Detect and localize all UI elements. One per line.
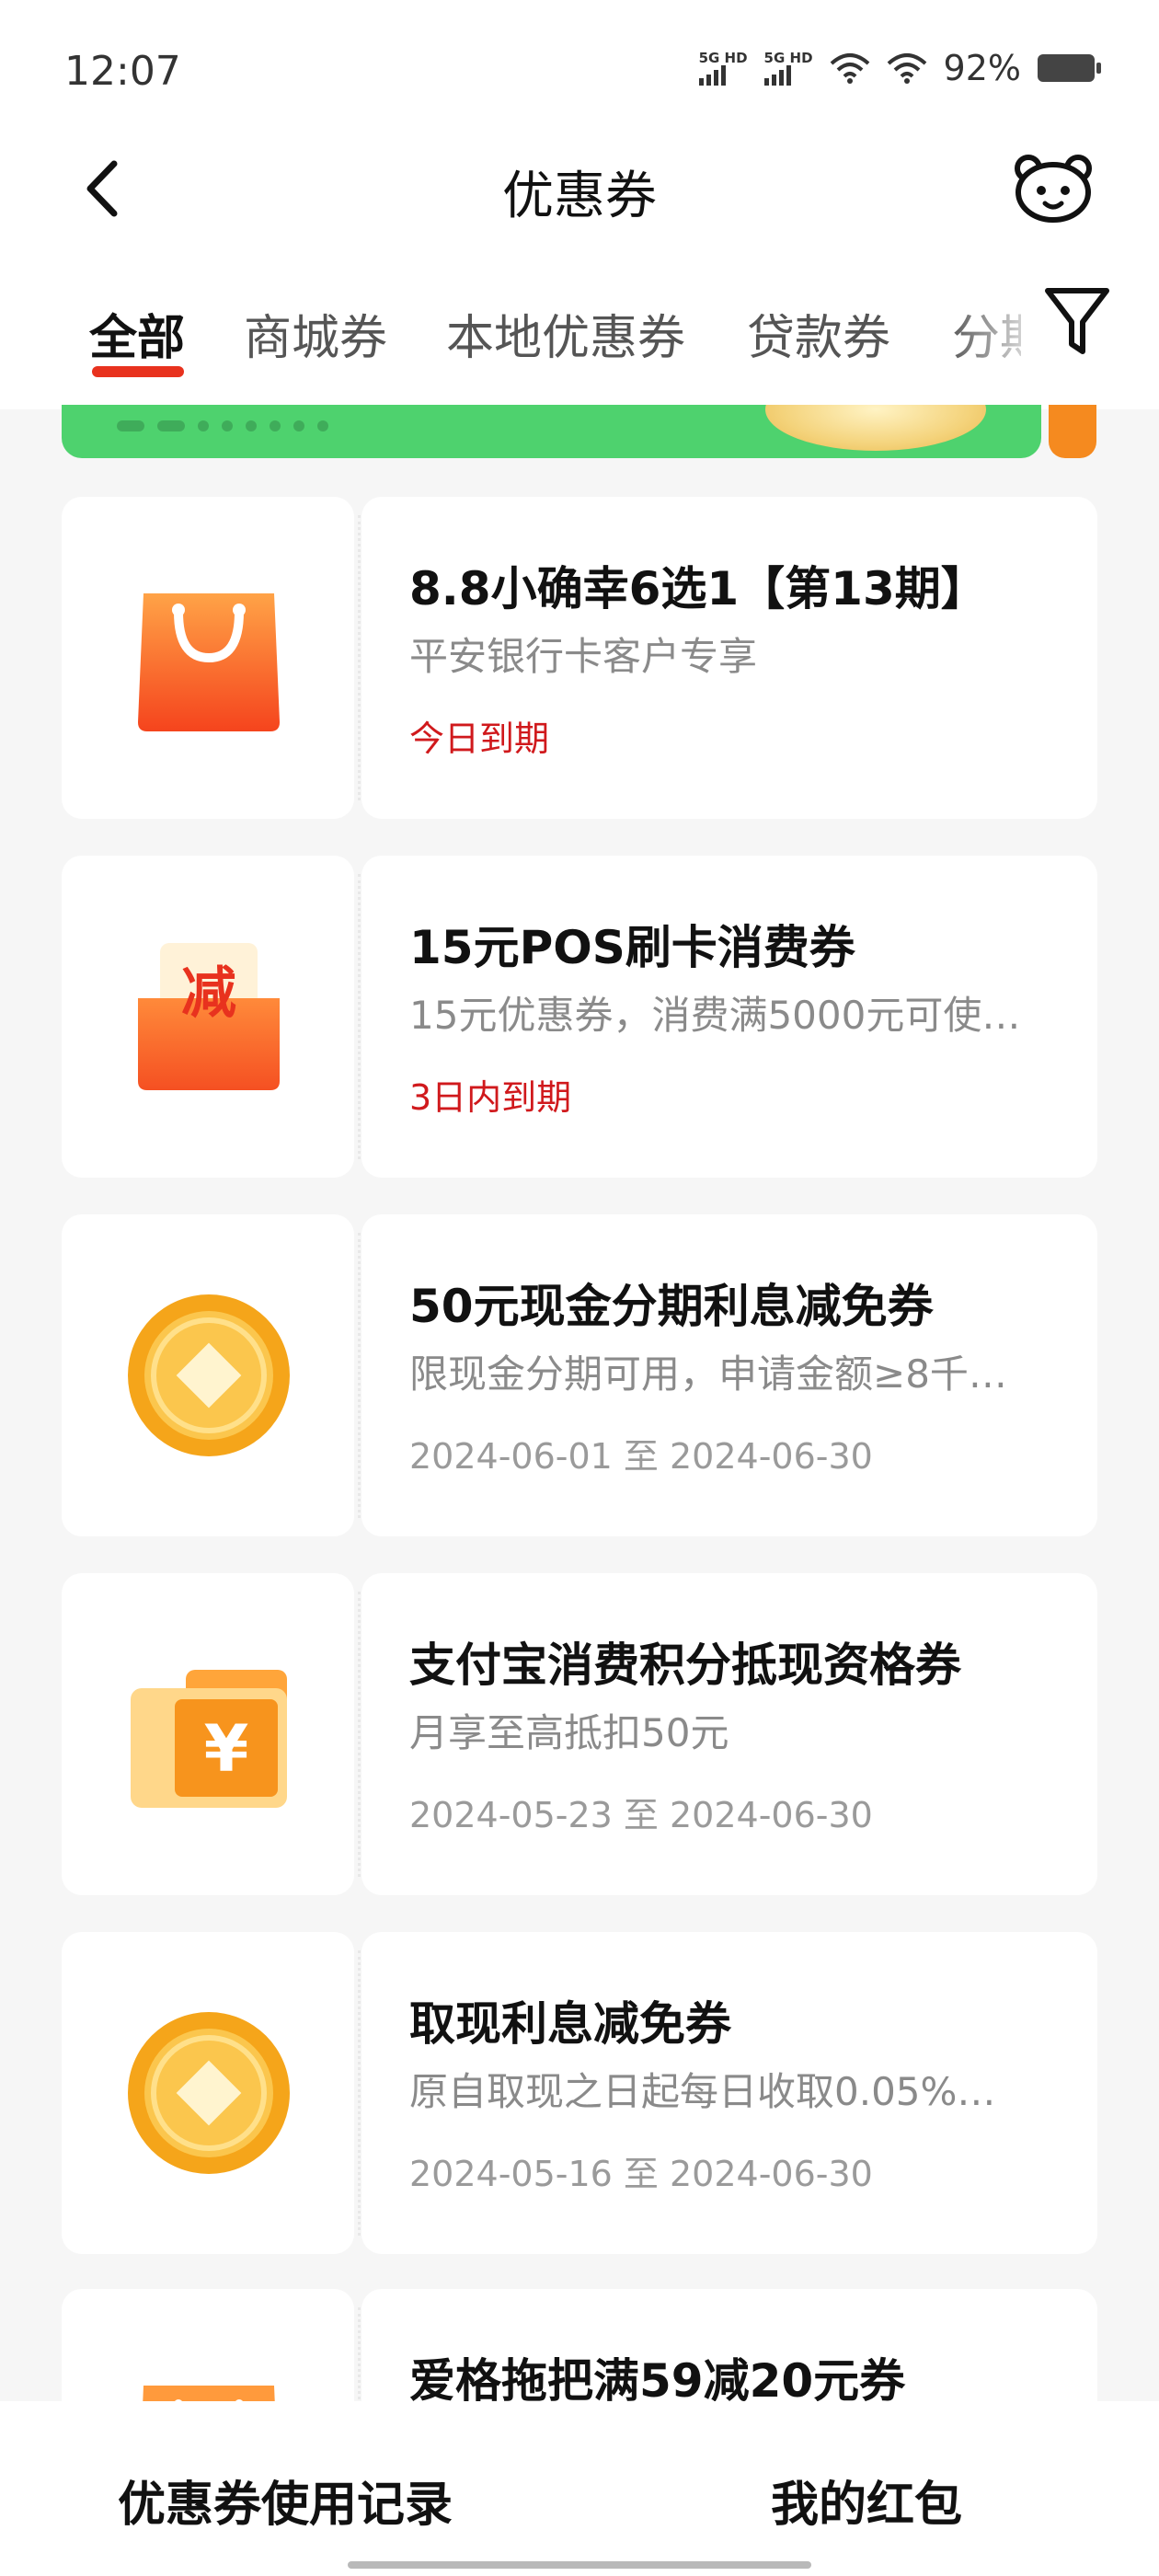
- coupon-divider: [358, 1950, 361, 2236]
- back-button[interactable]: [74, 156, 138, 221]
- banner-coin-image: [765, 405, 986, 451]
- coupon-validity-date: 2024-05-16 至 2024-06-30: [409, 2154, 873, 2194]
- tab-mall-coupons[interactable]: 商城券: [244, 299, 387, 368]
- tab-all[interactable]: 全部: [89, 299, 185, 368]
- cellular-signal-icon: 5G HD: [763, 51, 813, 86]
- gold-coin-icon: [128, 1294, 290, 1456]
- svg-text:¥: ¥: [204, 1711, 249, 1787]
- gold-coin-icon: [128, 2012, 290, 2174]
- coupon-divider: [358, 874, 361, 1159]
- coupon-title: 8.8小确幸6选1【第13期】: [409, 562, 987, 615]
- tab-local-coupons[interactable]: 本地优惠券: [446, 299, 685, 368]
- coupon-description: 月享至高抵扣50元: [409, 1710, 729, 1755]
- active-tab-indicator: [92, 366, 184, 377]
- coupon-category-tabs: 全部 商城券 本地优惠券 贷款券 分期: [0, 248, 1159, 409]
- battery-icon: [1038, 54, 1101, 82]
- page-title: 优惠券: [502, 167, 657, 226]
- coupon-description: 原自取现之日起每日收取0.05%…: [409, 2069, 996, 2114]
- coupon-title: 支付宝消费积分抵现资格券: [409, 1639, 961, 1692]
- coupon-expiry: 3日内到期: [409, 1077, 572, 1118]
- coupon-title: 取现利息减免券: [409, 1997, 731, 2051]
- coupon-divider: [358, 515, 361, 800]
- coupon-divider: [358, 1592, 361, 1877]
- next-banner-edge: [1049, 405, 1096, 458]
- home-indicator: [348, 2561, 811, 2569]
- promo-banner[interactable]: [62, 405, 1041, 458]
- filter-button[interactable]: [1021, 248, 1159, 409]
- cellular-signal-icon: 5G HD: [698, 51, 748, 86]
- customer-service-button[interactable]: [1012, 152, 1095, 225]
- wifi-icon: [887, 53, 926, 84]
- coupon-card[interactable]: 8.8小确幸6选1【第13期】 平安银行卡客户专享 今日到期: [62, 497, 1097, 819]
- coupon-card[interactable]: ¥ 支付宝消费积分抵现资格券 月享至高抵扣50元 2024-05-23 至 20…: [62, 1573, 1097, 1895]
- coupon-card[interactable]: 减 15元POS刷卡消费券 15元优惠券，消费满5000元可使… 3日内到期: [62, 856, 1097, 1178]
- coupon-card[interactable]: 50元现金分期利息减免券 限现金分期可用，申请金额≥8千… 2024-06-01…: [62, 1214, 1097, 1536]
- coupon-card[interactable]: 取现利息减免券 原自取现之日起每日收取0.05%… 2024-05-16 至 2…: [62, 1932, 1097, 2254]
- coupon-divider: [358, 1233, 361, 1518]
- shopping-bag-icon: [138, 593, 280, 731]
- status-indicators: 5G HD 5G HD 92%: [698, 48, 1101, 88]
- coupon-expiry: 今日到期: [409, 719, 550, 759]
- coupon-description: 15元优惠券，消费满5000元可使…: [409, 993, 1021, 1038]
- coupon-description: 限现金分期可用，申请金额≥8千…: [409, 1351, 1007, 1397]
- status-bar: 12:07 5G HD 5G HD 92%: [0, 0, 1159, 138]
- coupon-description: 平安银行卡客户专享: [409, 634, 758, 679]
- nav-bar: 优惠券: [0, 138, 1159, 248]
- tab-loan-coupons[interactable]: 贷款券: [747, 299, 890, 368]
- customer-service-bear-icon: [1015, 155, 1092, 223]
- coupon-title: 15元POS刷卡消费券: [409, 921, 855, 974]
- svg-text:减: 减: [181, 961, 236, 1026]
- bottom-action-bar: 优惠券使用记录 我的红包: [0, 2401, 1159, 2576]
- my-red-packets-link[interactable]: 我的红包: [771, 2466, 962, 2535]
- battery-percent: 92%: [943, 48, 1021, 88]
- coupon-title: 50元现金分期利息减免券: [409, 1280, 934, 1333]
- wifi-icon: [830, 53, 869, 84]
- coupon-validity-date: 2024-06-01 至 2024-06-30: [409, 1436, 873, 1477]
- banner-pagination-dots: [117, 420, 328, 431]
- filter-funnel-icon: [1045, 288, 1109, 354]
- discount-envelope-icon: 减: [138, 943, 280, 1090]
- yuan-ticket-icon: ¥: [131, 1670, 287, 1808]
- status-time: 12:07: [64, 48, 181, 95]
- coupon-validity-date: 2024-05-23 至 2024-06-30: [409, 1795, 873, 1835]
- chevron-left-icon: [86, 160, 118, 217]
- coupon-usage-records-link[interactable]: 优惠券使用记录: [118, 2466, 453, 2535]
